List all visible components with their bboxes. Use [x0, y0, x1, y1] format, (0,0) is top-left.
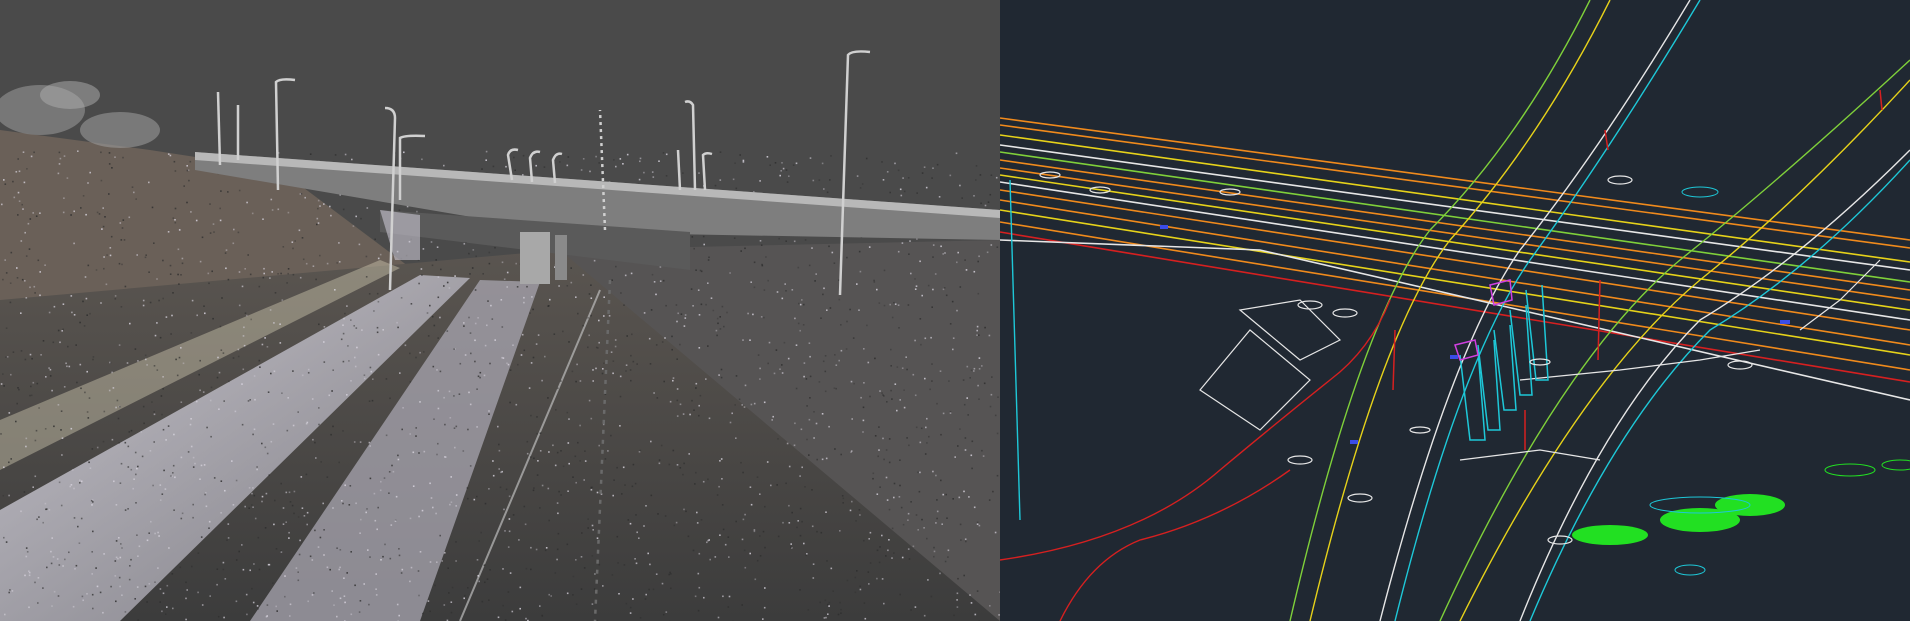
road-alignments: [1000, 0, 1910, 621]
cad-canvas[interactable]: [1000, 0, 1910, 621]
bridge-pier: [555, 235, 567, 280]
dual-viewport: [0, 0, 1910, 621]
bridge-pier: [520, 232, 550, 284]
point-cloud-viewport[interactable]: [0, 0, 1000, 621]
light-symbols: [1039, 171, 1753, 545]
cad-viewport[interactable]: [1000, 0, 1910, 621]
point-cloud-canvas[interactable]: [0, 0, 1000, 621]
